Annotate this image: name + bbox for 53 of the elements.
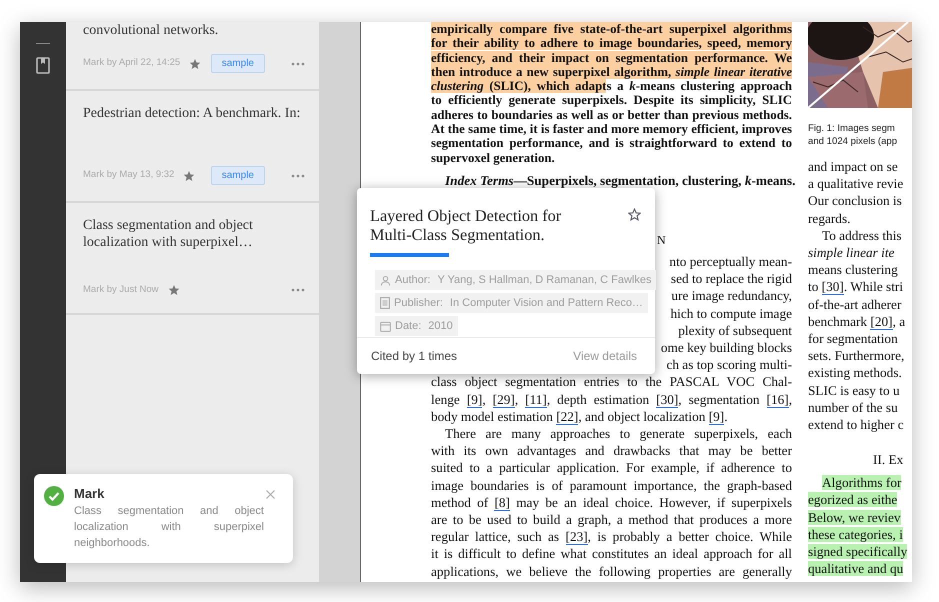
field-value: Y Yang, S Hallman, D Ramanan, C Fawlkes [437, 272, 652, 288]
paragraph-text: There are many approaches to generate superpixels, each with its own advantages and drawbacks that may be better suited to a particular application. For example, if adherence to image boundaries is of paramount importance, the graph-based method of [8] may be an ideal choice. However, if superpixels are to be used to build a graph, a method that produces a more regular lattice, such as [23], is probably a better choice. While it is difficult to define what constitutes an ideal approach for all applications, we believe the following properties are generally [431, 425, 792, 580]
section-heading: II. Ex [872, 451, 904, 468]
mark-meta: Mark by May 13, 9:32 [83, 168, 174, 182]
calendar-icon [380, 320, 391, 332]
bookmark-icon[interactable] [36, 57, 50, 74]
toast-title: Mark [74, 486, 106, 502]
figure-caption: Fig. 1: Images segm and 1024 pixels (app [808, 122, 898, 148]
field-label: Publisher: [394, 296, 443, 311]
citation-link[interactable]: [20] [870, 314, 893, 330]
star-icon[interactable] [183, 170, 196, 182]
citation-link[interactable]: [11] [525, 392, 547, 408]
close-button[interactable] [266, 490, 275, 499]
paragraph-text: nto perceptually mean- sed to replace the rigid ure image redundancy, hich to compute image plexity of subsequent ome key building blocks ch as top scoring multi- [660, 252, 792, 374]
citation-count: Cited by 1 times [371, 348, 458, 365]
more-icon[interactable] [291, 288, 305, 292]
tag-label: sample [210, 166, 265, 185]
mark-title: convolutional networks. [83, 22, 220, 39]
mark-meta: Mark by April 22, 14:25 [83, 56, 180, 70]
field-value: In Computer Vision and Pattern Reco… [450, 296, 643, 311]
mark-title: Pedestrian detection: A benchmark. In: [83, 105, 301, 122]
field-label: Author: [395, 272, 430, 288]
citation-title: Layered Object Detection for Multi-Class Segmentation. [370, 206, 562, 244]
more-icon[interactable] [291, 174, 305, 178]
star-icon[interactable] [189, 58, 202, 70]
citation-link[interactable]: [9] [708, 408, 724, 425]
tag-label: sample [210, 54, 265, 73]
citation-link[interactable]: [29] [492, 392, 515, 408]
toast-message: Class segmentation and object localization with superpixel neighborhoods. [74, 504, 264, 551]
citation-link[interactable]: [8] [494, 494, 510, 511]
star-icon[interactable] [168, 284, 180, 296]
paragraph-text: empirically compare five state-of-the-art superpixel algorithms for their ability to adhere to image boundaries, speed, memory efficiency, and their impact on segmentation performance. We then introduce a new superpixel algorithm, simple linear iterative clustering (SLIC), which adapts a k-means clustering approach to efficiently generate superpixels. Despite its simplicity, SLIC adheres to boundaries as well as or better than previous methods. At the same time, it is faster and more memory efficient, improves segmentation performance, and is straightforward to extend to supervoxel generation. [431, 22, 792, 165]
section-heading: N [657, 232, 666, 248]
document-icon [380, 297, 390, 309]
field-value: 2010 [428, 318, 453, 334]
paragraph-text: To address this simple linear ite means clustering to [30]. While stri of-the-art adherer benchmark [20], a for segmentation sets. Furthermore, existing methods. SLIC is easy to u number of the su extend to higher c [808, 226, 906, 434]
citation-link[interactable]: [22] [556, 408, 578, 425]
paragraph-text: class object segmentation entries to the PASCAL VOC Chal- lenge [9], [29], [11], depth estimation [30], segmentation [16], body model estimation [22], and object localization [9]. [431, 373, 792, 425]
star-icon[interactable] [628, 208, 641, 221]
field-label: Date: [395, 318, 422, 334]
citation-link[interactable]: [16] [766, 392, 789, 408]
person-icon [380, 274, 391, 286]
mark-title: Class segmentation and object localization with superpixel… [83, 217, 254, 251]
more-icon[interactable] [291, 62, 305, 66]
citation-link[interactable]: [9] [466, 392, 482, 408]
citation-link[interactable]: [30] [656, 392, 678, 408]
paragraph-text: Algorithms for egorized as eithe Below, we reviev these categories, i signed specifically qualitative and qu [808, 474, 908, 578]
mark-card[interactable]: convolutional networks. Mark by April 22, 14:25 sample [66, 22, 319, 91]
success-icon [44, 486, 64, 506]
citation-link[interactable]: [30] [822, 279, 844, 296]
citation-link[interactable]: [23] [566, 529, 588, 546]
mark-meta: Mark by Just Now [83, 282, 158, 297]
paragraph-text: and impact on se a qualitative revie Our conclusion is regards. [808, 158, 904, 227]
